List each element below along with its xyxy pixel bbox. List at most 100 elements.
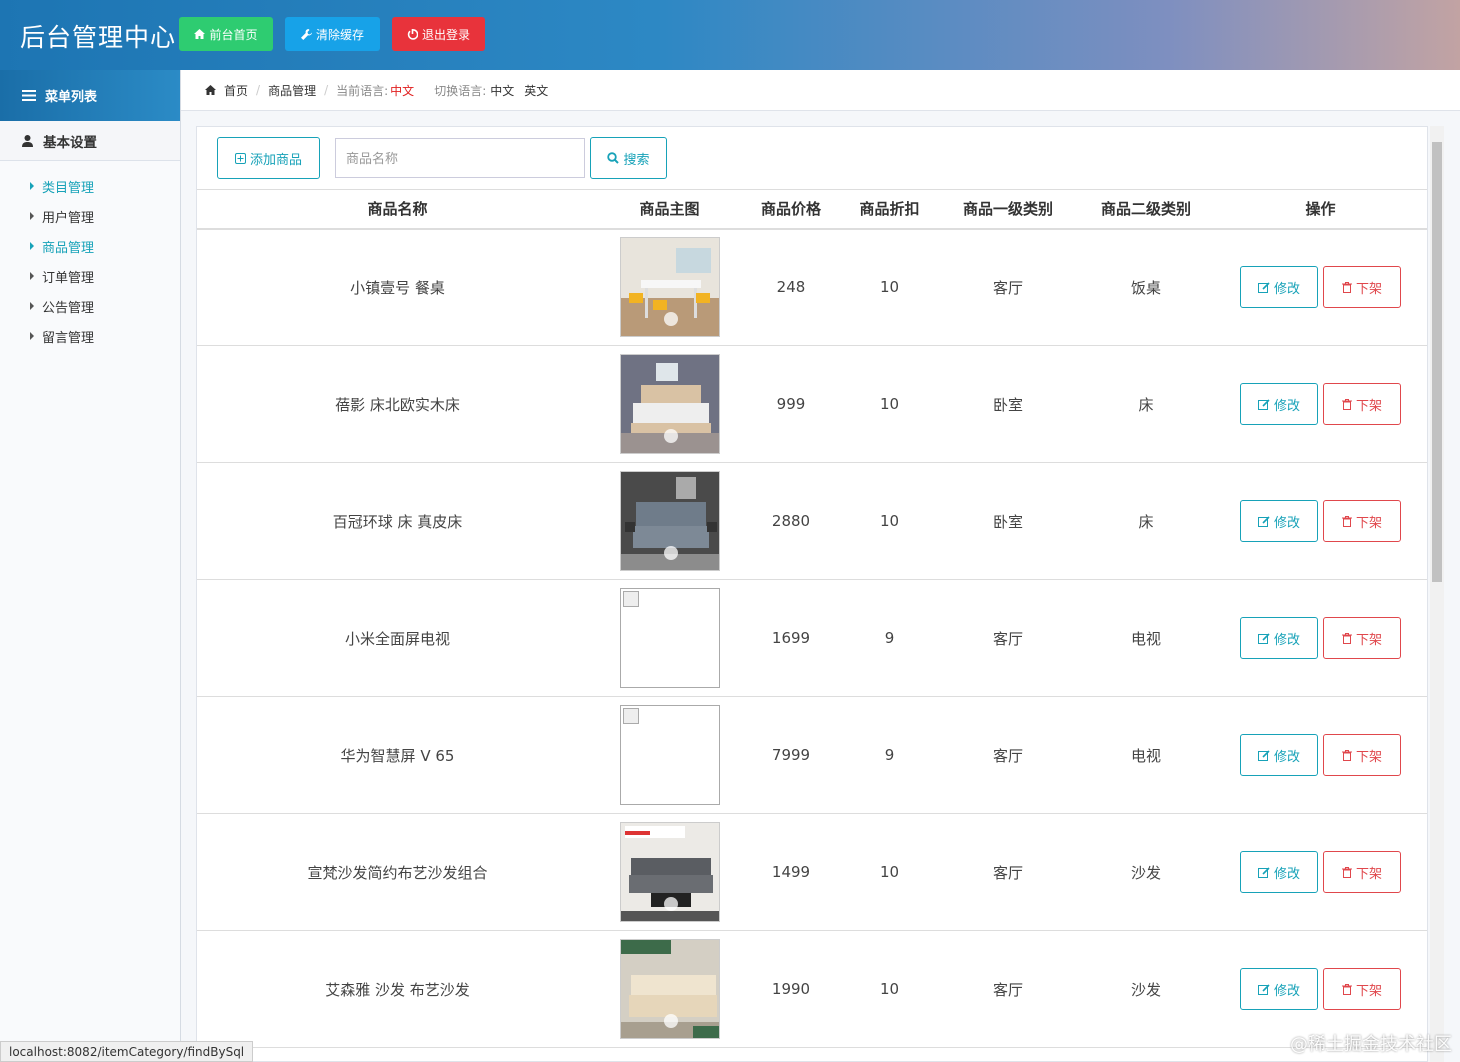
product-price: 2880 [741,462,841,580]
header-actions: 操作 [1214,189,1427,230]
sidebar-item-category[interactable]: 类目管理 [0,171,180,201]
product-category1: 客厅 [938,930,1078,1048]
table-row: 蓓影 床北欧实木床 999 10 卧室床 修改 下架 [197,345,1427,463]
sidebar-item-label: 类目管理 [42,180,95,196]
product-category2: 床 [1078,462,1214,580]
delist-button[interactable]: 下架 [1323,617,1401,659]
current-language-label: 当前语言: [336,83,389,98]
product-name-search-input[interactable] [335,138,585,178]
product-image [619,705,720,805]
delist-label: 下架 [1355,983,1382,999]
sidebar-item-products[interactable]: 商品管理 [0,231,180,261]
product-category1: 卧室 [938,462,1078,580]
caret-right-icon [30,212,34,220]
trash-icon [1341,866,1352,878]
play-icon [663,546,678,560]
language-option-en[interactable]: 英文 [524,82,548,99]
product-image-cell [598,462,741,580]
sidebar: 菜单列表 基本设置 类目管理 用户管理 商品管理 订单管理 公告管理 留言管理 [0,70,181,1062]
sidebar-item-users[interactable]: 用户管理 [0,201,180,231]
product-image [619,354,720,454]
table-row: 华为智慧屏 V 65 7999 9 客厅 电视 修改 下架 [197,696,1427,814]
header-name: 商品名称 [197,189,598,230]
sidebar-item-label: 用户管理 [42,210,95,226]
edit-label: 修改 [1273,515,1300,531]
clear-cache-label: 清除缓存 [315,27,364,42]
edit-button[interactable]: 修改 [1240,383,1318,425]
product-name: 小米全面屏电视 [197,579,598,697]
edit-icon [1257,282,1270,293]
product-table: 商品名称 商品主图 商品价格 商品折扣 商品一级类别 商品二级类别 操作 小镇壹… [197,189,1427,1048]
product-category2: 饭桌 [1078,228,1214,346]
add-product-button[interactable]: 添加商品 [217,137,320,179]
breadcrumb: 首页 / 商品管理 / 当前语言: 中文 切换语言: 中文 英文 [181,70,1460,111]
table-row: 百冠环球 床 真皮床 2880 10 卧室床 修改 下架 [197,462,1427,580]
group-label: 基本设置 [43,134,97,151]
edit-button[interactable]: 修改 [1240,734,1318,776]
edit-button[interactable]: 修改 [1240,266,1318,309]
frontpage-label: 前台首页 [209,27,258,42]
caret-right-icon [30,182,34,190]
header-price: 商品价格 [741,189,841,230]
top-header: 后台管理中心 前台首页 清除缓存 退出登录 [0,0,1460,70]
toolbar: 添加商品 搜索 [217,137,667,179]
delist-button[interactable]: 下架 [1323,851,1401,893]
edit-label: 修改 [1273,749,1300,765]
product-discount: 10 [841,345,938,463]
edit-button[interactable]: 修改 [1240,851,1318,893]
sidebar-item-label: 公告管理 [42,300,95,316]
table-header-row: 商品名称 商品主图 商品价格 商品折扣 商品一级类别 商品二级类别 操作 [197,189,1427,230]
caret-right-icon [30,302,34,310]
delist-button[interactable]: 下架 [1323,266,1401,309]
delist-button[interactable]: 下架 [1323,500,1401,542]
product-image [619,822,720,922]
product-discount: 10 [841,228,938,346]
product-image [619,939,720,1039]
edit-button[interactable]: 修改 [1240,617,1318,659]
broken-image-icon [622,591,639,607]
edit-button[interactable]: 修改 [1240,968,1318,1010]
product-category2: 床 [1078,345,1214,463]
logout-button[interactable]: 退出登录 [392,17,485,51]
product-actions: 修改 下架 [1214,345,1427,463]
edit-icon [1257,749,1270,761]
product-price: 999 [741,345,841,463]
product-discount: 10 [841,930,938,1048]
delist-button[interactable]: 下架 [1323,383,1401,425]
sidebar-item-notices[interactable]: 公告管理 [0,291,180,321]
breadcrumb-separator: / [324,83,329,97]
home-icon [205,85,216,95]
home-icon [194,29,206,39]
search-button[interactable]: 搜索 [590,137,667,179]
product-actions: 修改 下架 [1214,462,1427,580]
breadcrumb-home[interactable]: 首页 [224,82,248,99]
language-option-zh[interactable]: 中文 [490,82,514,99]
edit-icon [1257,515,1270,527]
edit-button[interactable]: 修改 [1240,500,1318,542]
trash-icon [1341,749,1352,761]
play-icon [663,897,678,911]
trash-icon [1341,515,1352,527]
caret-right-icon [30,242,34,250]
product-name: 百冠环球 床 真皮床 [197,462,598,580]
scrollbar-thumb[interactable] [1432,142,1442,582]
delist-label: 下架 [1355,866,1382,882]
menu-header: 菜单列表 [0,70,180,121]
delist-button[interactable]: 下架 [1323,968,1401,1010]
sidebar-item-messages[interactable]: 留言管理 [0,321,180,351]
product-name: 华为智慧屏 V 65 [197,696,598,814]
edit-label: 修改 [1273,983,1300,999]
sidebar-item-orders[interactable]: 订单管理 [0,261,180,291]
vertical-scrollbar[interactable] [1430,126,1444,1062]
edit-icon [1257,983,1270,995]
frontpage-button[interactable]: 前台首页 [179,17,273,51]
group-basic-settings[interactable]: 基本设置 [0,121,180,161]
product-image-cell [598,579,741,697]
delist-label: 下架 [1355,632,1382,648]
clear-cache-button[interactable]: 清除缓存 [285,17,380,51]
product-discount: 9 [841,696,938,814]
edit-icon [1257,398,1270,410]
watermark: @稀土掘金技术社区 [1290,1034,1452,1055]
delist-button[interactable]: 下架 [1323,734,1401,776]
product-price: 7999 [741,696,841,814]
